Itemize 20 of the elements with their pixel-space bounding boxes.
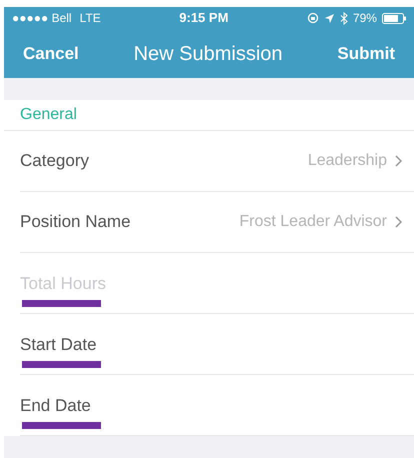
- row-value: Leadership: [308, 151, 387, 171]
- chevron-icon: [395, 216, 402, 228]
- bluetooth-icon: [340, 12, 348, 24]
- row-value: Frost Leader Advisor: [239, 212, 387, 232]
- row-label: Position Name: [20, 211, 131, 234]
- battery-icon: [382, 12, 406, 24]
- network-label: LTE: [80, 10, 101, 27]
- location-arrow-icon: [324, 12, 335, 24]
- carrier-label: ●●●●● Bell: [12, 10, 72, 27]
- date-field-label[interactable]: Start Date: [20, 332, 97, 358]
- battery-percent: 79%: [352, 10, 377, 27]
- row-label: Category: [20, 150, 89, 172]
- rotation-lock-icon: [306, 12, 319, 24]
- screen-title: New Submission: [134, 42, 283, 66]
- form-row[interactable]: Position Name Frost Leader Advisor: [20, 192, 414, 253]
- date-field-label[interactable]: End Date: [20, 393, 91, 418]
- chevron-icon: [395, 155, 402, 167]
- clock-time: 9:15 PM: [179, 9, 228, 28]
- section-header: General: [20, 105, 77, 125]
- form-row[interactable]: Category Leadership: [20, 131, 414, 192]
